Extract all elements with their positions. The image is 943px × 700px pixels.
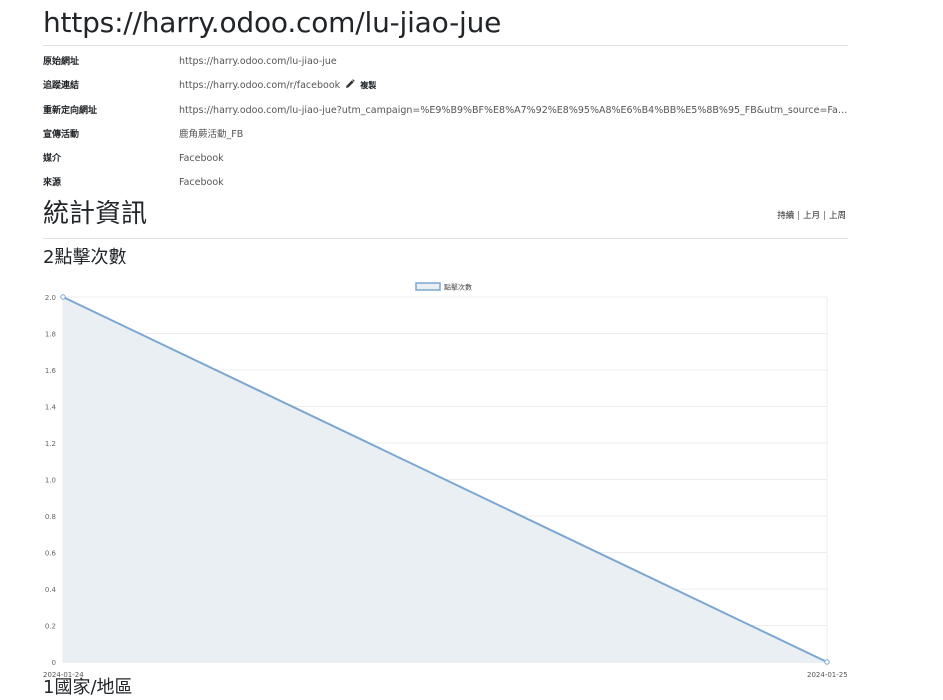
- y-tick-label: 0.8: [45, 513, 56, 521]
- y-tick-label: 1.4: [45, 404, 57, 412]
- clicks-line-chart: 2.0 1.8 1.6 1.4 1.2 1.0 0.8 0.6 0.4 0.2 0 2024-01-2…: [43, 282, 848, 679]
- y-tick-label: 1.2: [45, 440, 56, 448]
- y-tick-label: 1.0: [45, 477, 56, 485]
- y-tick-label: 1.6: [45, 367, 57, 375]
- y-tick-label: 0.2: [45, 623, 56, 631]
- x-tick-label: 2024-01-24: [43, 671, 84, 679]
- data-point: [60, 294, 66, 300]
- data-point: [824, 659, 830, 665]
- y-tick-label: 0.6: [45, 550, 57, 558]
- y-tick-label: 2.0: [45, 294, 56, 302]
- legend-swatch: [415, 282, 441, 291]
- legend-label: 點擊次數: [444, 283, 472, 292]
- y-tick-label: 0.4: [45, 586, 57, 594]
- y-tick-label: 0: [52, 659, 56, 667]
- y-tick-label: 1.8: [45, 331, 56, 339]
- x-tick-label: 2024-01-25: [807, 671, 848, 679]
